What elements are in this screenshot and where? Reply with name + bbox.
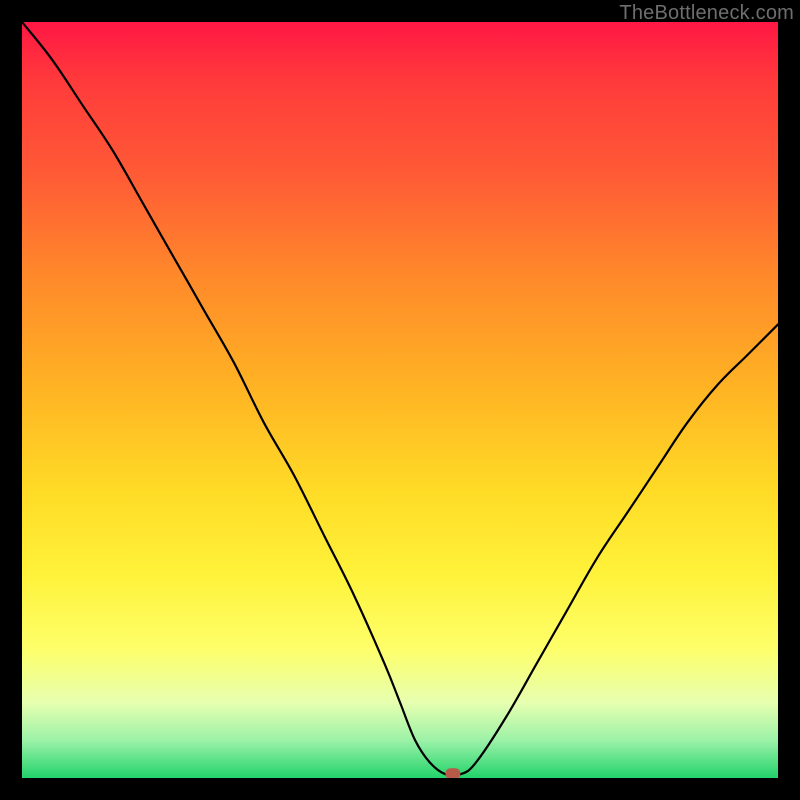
curve-svg — [22, 22, 778, 778]
minimum-marker — [445, 768, 460, 778]
bottleneck-curve — [22, 22, 778, 776]
chart-frame: TheBottleneck.com — [0, 0, 800, 800]
plot-area — [22, 22, 778, 778]
